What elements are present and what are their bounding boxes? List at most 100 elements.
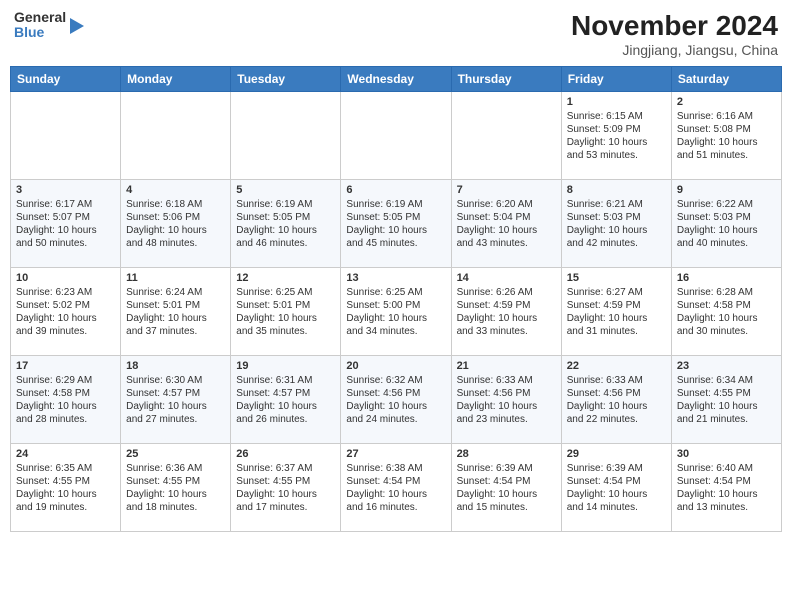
day-info: Daylight: 10 hours (457, 224, 556, 237)
header-saturday: Saturday (671, 67, 781, 92)
table-row: 11Sunrise: 6:24 AMSunset: 5:01 PMDayligh… (121, 268, 231, 356)
day-info: Sunset: 5:09 PM (567, 123, 666, 136)
calendar-title: November 2024 (571, 10, 778, 42)
table-row: 28Sunrise: 6:39 AMSunset: 4:54 PMDayligh… (451, 444, 561, 532)
day-number: 12 (236, 272, 335, 284)
day-info: and 26 minutes. (236, 413, 335, 426)
day-info: and 35 minutes. (236, 325, 335, 338)
day-info: Sunrise: 6:39 AM (567, 462, 666, 475)
day-info: Sunrise: 6:30 AM (126, 374, 225, 387)
day-info: Sunset: 4:59 PM (457, 299, 556, 312)
day-info: Sunset: 5:05 PM (236, 211, 335, 224)
day-info: Daylight: 10 hours (346, 312, 445, 325)
day-info: Daylight: 10 hours (677, 224, 776, 237)
day-info: and 13 minutes. (677, 501, 776, 514)
day-info: and 17 minutes. (236, 501, 335, 514)
day-info: Daylight: 10 hours (567, 400, 666, 413)
day-number: 19 (236, 360, 335, 372)
day-info: Sunset: 5:01 PM (126, 299, 225, 312)
title-block: November 2024 Jingjiang, Jiangsu, China (571, 10, 778, 58)
table-row: 4Sunrise: 6:18 AMSunset: 5:06 PMDaylight… (121, 180, 231, 268)
day-info: Sunset: 4:54 PM (457, 475, 556, 488)
day-info: Sunrise: 6:21 AM (567, 198, 666, 211)
day-number: 29 (567, 448, 666, 460)
day-info: and 27 minutes. (126, 413, 225, 426)
day-info: Daylight: 10 hours (457, 488, 556, 501)
day-info: Sunset: 4:58 PM (677, 299, 776, 312)
day-info: Sunrise: 6:19 AM (346, 198, 445, 211)
day-info: Sunset: 5:00 PM (346, 299, 445, 312)
day-number: 2 (677, 96, 776, 108)
day-info: and 21 minutes. (677, 413, 776, 426)
table-row: 22Sunrise: 6:33 AMSunset: 4:56 PMDayligh… (561, 356, 671, 444)
day-number: 14 (457, 272, 556, 284)
table-row (341, 92, 451, 180)
day-info: Daylight: 10 hours (346, 400, 445, 413)
day-info: Sunset: 5:02 PM (16, 299, 115, 312)
header: General Blue November 2024 Jingjiang, Ji… (10, 10, 782, 58)
day-info: Sunset: 5:07 PM (16, 211, 115, 224)
day-info: Sunrise: 6:35 AM (16, 462, 115, 475)
day-info: and 19 minutes. (16, 501, 115, 514)
calendar-week-row: 24 Sunrise: 6:35 AM Sunset: 4:55 PM Dayligh… (11, 444, 782, 532)
table-row (231, 92, 341, 180)
day-info: Sunrise: 6:33 AM (457, 374, 556, 387)
day-info: and 18 minutes. (126, 501, 225, 514)
day-info: Sunset: 5:01 PM (236, 299, 335, 312)
table-row: 6Sunrise: 6:19 AMSunset: 5:05 PMDaylight… (341, 180, 451, 268)
day-info: and 50 minutes. (16, 237, 115, 250)
header-wednesday: Wednesday (341, 67, 451, 92)
day-info: and 23 minutes. (457, 413, 556, 426)
day-info: Sunrise: 6:34 AM (677, 374, 776, 387)
day-info: Daylight: 10 hours (126, 224, 225, 237)
day-info: Sunrise: 6:23 AM (16, 286, 115, 299)
table-row: 13Sunrise: 6:25 AMSunset: 5:00 PMDayligh… (341, 268, 451, 356)
table-row: 2Sunrise: 6:16 AMSunset: 5:08 PMDaylight… (671, 92, 781, 180)
day-number: 17 (16, 360, 115, 372)
day-info: Daylight: 10 hours (457, 312, 556, 325)
day-number: 8 (567, 184, 666, 196)
day-number: 27 (346, 448, 445, 460)
table-row: 3Sunrise: 6:17 AMSunset: 5:07 PMDaylight… (11, 180, 121, 268)
calendar-week-row: 10Sunrise: 6:23 AMSunset: 5:02 PMDayligh… (11, 268, 782, 356)
day-info: Daylight: 10 hours (236, 224, 335, 237)
calendar-week-row: 17Sunrise: 6:29 AMSunset: 4:58 PMDayligh… (11, 356, 782, 444)
calendar-week-row: 1Sunrise: 6:15 AMSunset: 5:09 PMDaylight… (11, 92, 782, 180)
day-info: Daylight: 10 hours (677, 136, 776, 149)
day-info: Sunset: 4:55 PM (126, 475, 225, 488)
day-info: Sunrise: 6:38 AM (346, 462, 445, 475)
logo-arrow-icon (70, 18, 84, 34)
table-row: 24Sunrise: 6:35 AMSunset: 4:55 PMDayligh… (11, 444, 121, 532)
day-info: Daylight: 10 hours (567, 312, 666, 325)
logo-line1: General (14, 10, 66, 25)
table-row: 7Sunrise: 6:20 AMSunset: 5:04 PMDaylight… (451, 180, 561, 268)
day-info: Daylight: 10 hours (16, 400, 115, 413)
table-row (11, 92, 121, 180)
day-info: Sunset: 5:03 PM (677, 211, 776, 224)
day-info: Sunrise: 6:16 AM (677, 110, 776, 123)
day-number: 22 (567, 360, 666, 372)
day-number: 4 (126, 184, 225, 196)
day-info: Sunset: 4:54 PM (677, 475, 776, 488)
day-info: Sunrise: 6:37 AM (236, 462, 335, 475)
day-info: and 43 minutes. (457, 237, 556, 250)
table-row: 15Sunrise: 6:27 AMSunset: 4:59 PMDayligh… (561, 268, 671, 356)
day-number: 7 (457, 184, 556, 196)
day-info: Sunset: 4:58 PM (16, 387, 115, 400)
day-number: 24 (16, 448, 115, 460)
logo-text: General Blue (14, 10, 66, 41)
day-number: 25 (126, 448, 225, 460)
day-info: Daylight: 10 hours (126, 400, 225, 413)
table-row: 17Sunrise: 6:29 AMSunset: 4:58 PMDayligh… (11, 356, 121, 444)
day-info: Daylight: 10 hours (16, 224, 115, 237)
page: General Blue November 2024 Jingjiang, Ji… (0, 0, 792, 612)
day-number: 1 (567, 96, 666, 108)
calendar-week-row: 3Sunrise: 6:17 AMSunset: 5:07 PMDaylight… (11, 180, 782, 268)
day-info: Sunrise: 6:36 AM (126, 462, 225, 475)
day-info: and 45 minutes. (346, 237, 445, 250)
day-info: and 42 minutes. (567, 237, 666, 250)
table-row: 23Sunrise: 6:34 AMSunset: 4:55 PMDayligh… (671, 356, 781, 444)
table-row: 16Sunrise: 6:28 AMSunset: 4:58 PMDayligh… (671, 268, 781, 356)
day-info: Daylight: 10 hours (567, 136, 666, 149)
table-row: 14Sunrise: 6:26 AMSunset: 4:59 PMDayligh… (451, 268, 561, 356)
